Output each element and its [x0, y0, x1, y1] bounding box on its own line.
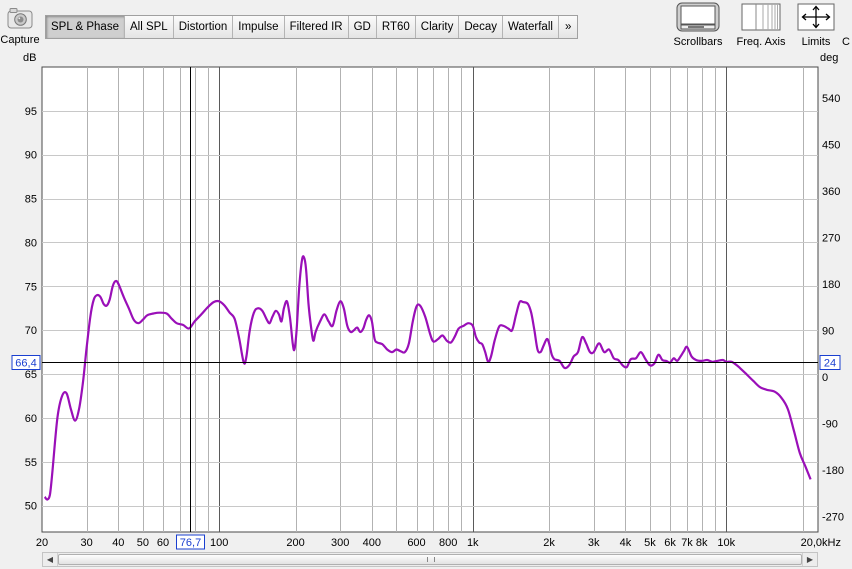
scroll-right-arrow-icon[interactable]: ▶ [802, 553, 817, 566]
y-tick-label: 95 [25, 106, 37, 118]
x-tick-label: 100 [210, 537, 228, 549]
x-tick-label: 30 [81, 537, 93, 549]
x-tick-label: 200 [286, 537, 304, 549]
x-tick-label: 8k [696, 537, 708, 549]
x-tick-label: 600 [407, 537, 425, 549]
y2-tick-label: -90 [822, 419, 838, 431]
x-tick-label: 40 [112, 537, 124, 549]
x-tick-label: 20 [36, 537, 48, 549]
x-tick-label: 4k [620, 537, 632, 549]
y2-tick-label: 360 [822, 186, 840, 198]
scroll-left-arrow-icon[interactable]: ◀ [43, 553, 58, 566]
y2-tick-label: 270 [822, 233, 840, 245]
scroll-thumb[interactable] [58, 554, 802, 565]
y-tick-label: 50 [25, 501, 37, 513]
x-tick-label: 2k [543, 537, 555, 549]
y2-tick-label: 450 [822, 140, 840, 152]
y2-tick-label: 90 [822, 326, 834, 338]
y-tick-label: 75 [25, 281, 37, 293]
y2-tick-label: 540 [822, 93, 840, 105]
x-tick-label: 20,0kHz [801, 537, 841, 549]
y2-tick-label: -180 [822, 465, 844, 477]
x-tick-label: 50 [137, 537, 149, 549]
y2-tick-label: 180 [822, 279, 840, 291]
y2-tick-label: 0 [822, 372, 828, 384]
cursor-y-readout: 66,4 [15, 358, 36, 370]
cursor-phase-readout: 24 [824, 358, 836, 370]
cursor-x-readout: 76,7 [180, 537, 201, 549]
y-tick-label: 70 [25, 325, 37, 337]
horizontal-scrollbar[interactable]: ◀ ▶ [42, 552, 818, 567]
grip-icon [427, 557, 435, 562]
x-tick-label: 6k [664, 537, 676, 549]
x-tick-label: 1k [467, 537, 479, 549]
y-tick-label: 90 [25, 150, 37, 162]
x-tick-label: 7k [681, 537, 693, 549]
x-tick-label: 3k [588, 537, 600, 549]
y-tick-label: 65 [25, 369, 37, 381]
spl-phase-chart[interactable]: 50 55 60 65 70 75 80 85 90 95 -270 -180 -90 0 90 180 270… [0, 0, 852, 569]
x-tick-label: 300 [331, 537, 349, 549]
x-tick-label: 400 [363, 537, 381, 549]
x-tick-label: 60 [157, 537, 169, 549]
y-tick-label: 85 [25, 194, 37, 206]
x-tick-label: 10k [717, 537, 735, 549]
x-tick-label: 5k [644, 537, 656, 549]
y-tick-label: 60 [25, 413, 37, 425]
y-tick-label: 80 [25, 237, 37, 249]
y-tick-label: 55 [25, 457, 37, 469]
x-tick-label: 800 [439, 537, 457, 549]
y2-tick-label: -270 [822, 512, 844, 524]
